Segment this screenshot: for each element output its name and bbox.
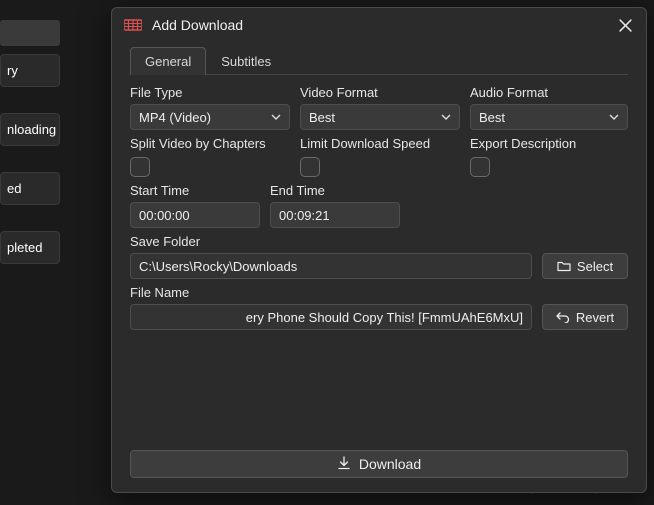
- video-format-label: Video Format: [300, 85, 460, 100]
- download-icon: [337, 456, 351, 473]
- sidebar-header-fragment: [0, 20, 60, 46]
- add-download-dialog: Add Download General Subtitles File Type…: [111, 7, 647, 493]
- start-time-field[interactable]: [139, 208, 251, 223]
- sidebar-item[interactable]: ry: [0, 54, 60, 87]
- select-button-label: Select: [577, 259, 613, 274]
- video-format-value: Best: [309, 110, 335, 125]
- dialog-footer: Download: [112, 442, 646, 492]
- export-desc-checkbox[interactable]: [470, 157, 490, 177]
- select-folder-button[interactable]: Select: [542, 253, 628, 279]
- video-format-select[interactable]: Best: [300, 104, 460, 130]
- sidebar-item[interactable]: pleted: [0, 231, 60, 264]
- file-name-value: ery Phone Should Copy This! [FmmUAhE6MxU…: [246, 310, 523, 325]
- close-button[interactable]: [616, 16, 634, 34]
- tabs: General Subtitles: [130, 46, 628, 75]
- start-time-label: Start Time: [130, 183, 260, 198]
- tab-general[interactable]: General: [130, 47, 206, 75]
- save-folder-value: C:\Users\Rocky\Downloads: [139, 259, 297, 274]
- start-time-input[interactable]: [130, 202, 260, 228]
- app-icon: [124, 17, 142, 33]
- chevron-down-icon: [609, 114, 619, 120]
- folder-icon: [557, 260, 571, 272]
- split-chapters-label: Split Video by Chapters: [130, 136, 290, 151]
- dialog-body: General Subtitles File Type MP4 (Video) …: [112, 40, 646, 442]
- file-type-value: MP4 (Video): [139, 110, 211, 125]
- split-chapters-checkbox[interactable]: [130, 157, 150, 177]
- sidebar: ry nloading ed pleted: [0, 20, 60, 290]
- chevron-down-icon: [441, 114, 451, 120]
- file-type-select[interactable]: MP4 (Video): [130, 104, 290, 130]
- file-name-input[interactable]: ery Phone Should Copy This! [FmmUAhE6MxU…: [130, 304, 532, 330]
- revert-icon: [556, 311, 570, 323]
- sidebar-item[interactable]: ed: [0, 172, 60, 205]
- revert-button-label: Revert: [576, 310, 614, 325]
- audio-format-select[interactable]: Best: [470, 104, 628, 130]
- revert-button[interactable]: Revert: [542, 304, 628, 330]
- chevron-down-icon: [271, 114, 281, 120]
- end-time-field[interactable]: [279, 208, 391, 223]
- export-desc-label: Export Description: [470, 136, 628, 151]
- file-type-label: File Type: [130, 85, 290, 100]
- file-name-label: File Name: [130, 285, 532, 300]
- titlebar: Add Download: [112, 8, 646, 40]
- tab-subtitles[interactable]: Subtitles: [206, 47, 286, 75]
- limit-speed-label: Limit Download Speed: [300, 136, 460, 151]
- save-folder-path[interactable]: C:\Users\Rocky\Downloads: [130, 253, 532, 279]
- end-time-input[interactable]: [270, 202, 400, 228]
- sidebar-item[interactable]: nloading: [0, 113, 60, 146]
- audio-format-value: Best: [479, 110, 505, 125]
- save-folder-label: Save Folder: [130, 234, 532, 249]
- limit-speed-checkbox[interactable]: [300, 157, 320, 177]
- end-time-label: End Time: [270, 183, 400, 198]
- download-button[interactable]: Download: [130, 450, 628, 478]
- dialog-title: Add Download: [152, 17, 606, 33]
- download-button-label: Download: [359, 456, 421, 472]
- audio-format-label: Audio Format: [470, 85, 628, 100]
